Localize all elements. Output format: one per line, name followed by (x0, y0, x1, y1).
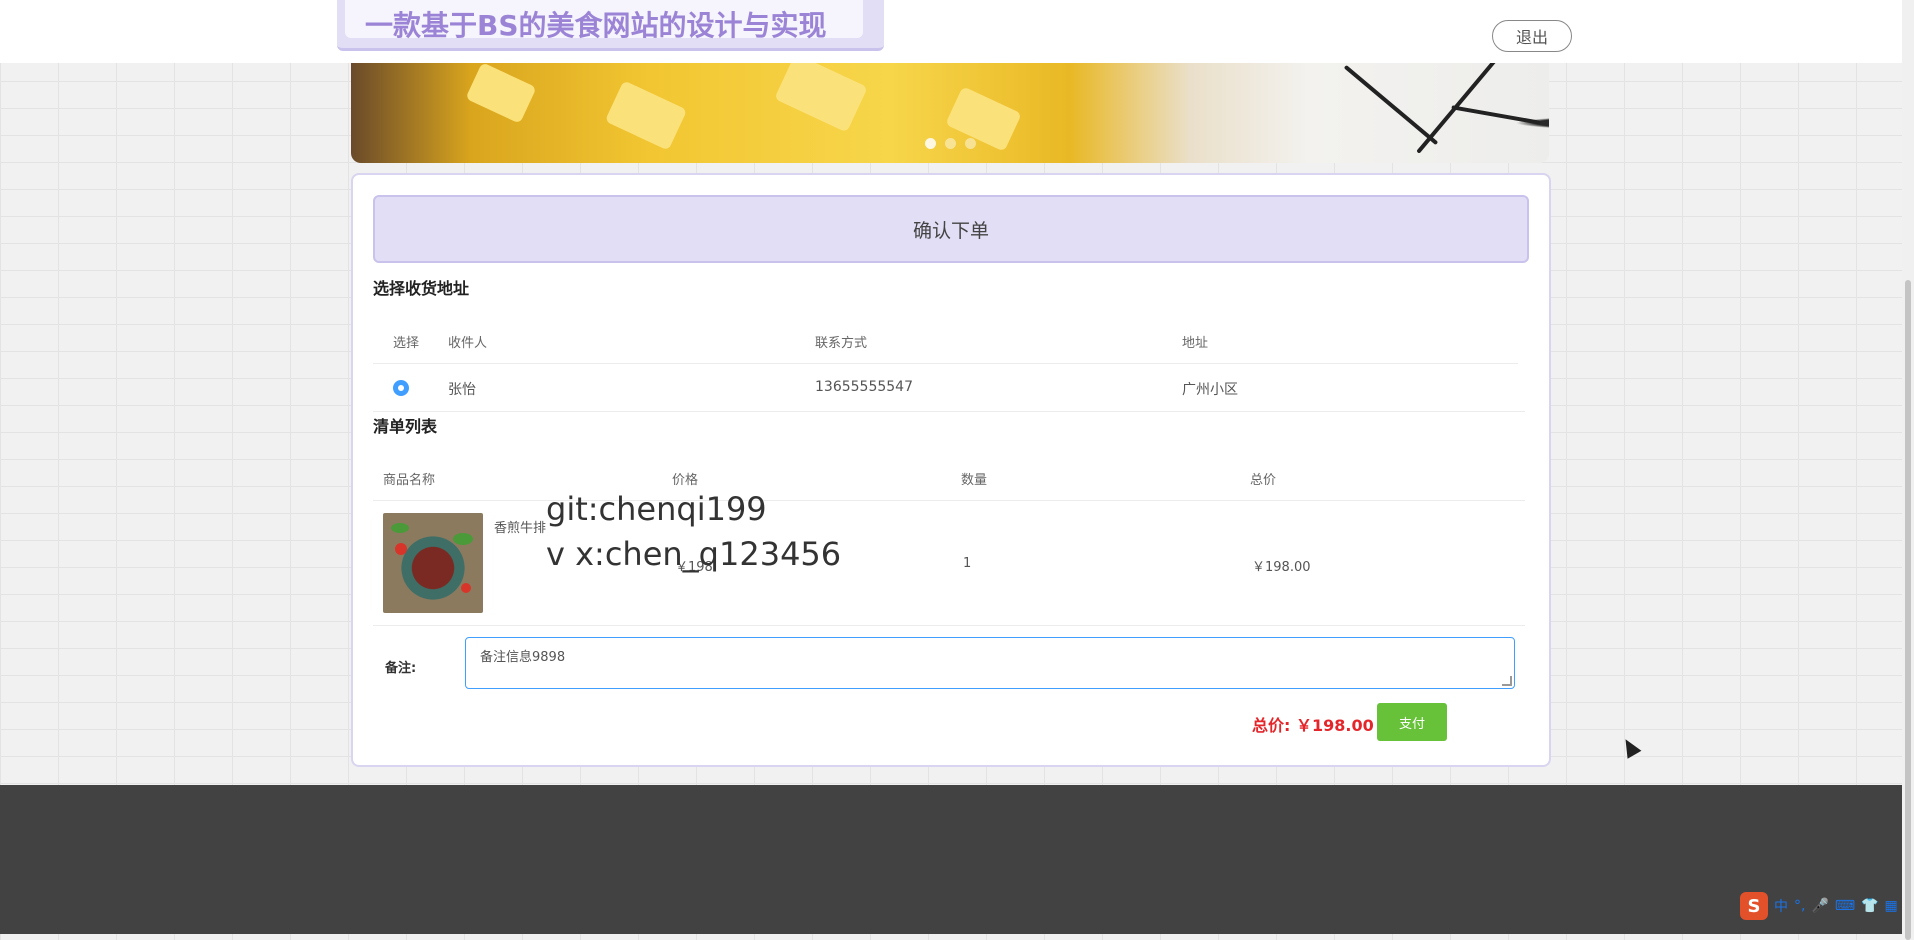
items-col-quantity: 数量 (961, 473, 988, 488)
banner-plate-line (1451, 105, 1541, 125)
scrollbar-thumb[interactable] (1905, 280, 1911, 940)
banner-food-piece (774, 63, 868, 133)
site-title: 一款基于BS的美食网站的设计与实现 (365, 9, 827, 42)
product-image (383, 513, 483, 613)
logout-button[interactable]: 退出 (1492, 20, 1572, 52)
resize-handle[interactable] (1502, 676, 1512, 686)
site-title-inner: 一款基于BS的美食网站的设计与实现 (345, 0, 863, 42)
skin-icon[interactable]: 👕 (1861, 898, 1878, 914)
order-card: 确认下单 选择收货地址 选择 收件人 联系方式 地址 张怡 1365555554… (351, 173, 1551, 767)
garnish-tomato (395, 543, 407, 555)
banner-food-piece (945, 86, 1022, 152)
site-title-box: 一款基于BS的美食网站的设计与实现 (337, 0, 884, 51)
recipient-address: 广州小区 (1182, 382, 1238, 398)
punctuation-icon[interactable]: °, (1794, 898, 1805, 914)
address-section-title: 选择收货地址 (373, 279, 470, 298)
garnish-tomato (461, 583, 471, 593)
items-col-price: 价格 (672, 473, 699, 488)
product-quantity: 1 (963, 556, 972, 571)
banner-plate-line (1343, 64, 1439, 146)
carousel-dot[interactable] (965, 138, 976, 149)
divider (373, 411, 1525, 412)
product-name: 香煎牛排 (494, 521, 547, 536)
recipient-phone: 13655555547 (815, 379, 913, 395)
address-col-select: 选择 (393, 336, 420, 351)
product-total: ￥198.00 (1252, 560, 1311, 575)
page-footer (0, 785, 1902, 934)
address-col-phone: 联系方式 (815, 336, 868, 351)
watermark-line-1: git:chenqi199 (546, 490, 767, 528)
address-col-address: 地址 (1182, 336, 1209, 351)
remark-text: 备注信息9898 (480, 650, 566, 665)
microphone-icon[interactable]: 🎤 (1811, 898, 1828, 914)
sogou-logo-icon[interactable]: S (1740, 892, 1768, 920)
ime-toolbar[interactable]: S 中 °, 🎤 ⌨ 👕 ▦ (1740, 890, 1902, 922)
address-col-recipient: 收件人 (448, 336, 488, 351)
confirm-order-title: 确认下单 (373, 195, 1529, 263)
address-radio-selected[interactable] (393, 380, 409, 396)
divider (373, 363, 1518, 364)
items-col-total: 总价 (1250, 473, 1277, 488)
items-section-title: 清单列表 (373, 417, 438, 436)
watermark-line-2: v x:chen_q123456 (546, 535, 842, 573)
top-header: 一款基于BS的美食网站的设计与实现 退出 (0, 0, 1902, 63)
mouse-cursor-icon (1618, 735, 1642, 759)
order-total: 总价: ￥198.00 (1252, 716, 1374, 735)
recipient-name: 张怡 (448, 382, 476, 398)
keyboard-icon[interactable]: ⌨ (1835, 898, 1855, 914)
items-col-name: 商品名称 (383, 473, 436, 488)
remark-label: 备注: (385, 661, 417, 676)
banner-food-piece (604, 80, 688, 151)
ime-mode[interactable]: 中 (1774, 896, 1788, 916)
remark-textarea[interactable]: 备注信息9898 (465, 637, 1515, 689)
carousel-dot-active[interactable] (925, 138, 936, 149)
carousel-dot[interactable] (945, 138, 956, 149)
divider (373, 625, 1525, 626)
page-scrollbar[interactable] (1902, 0, 1914, 940)
banner-food-piece (465, 63, 537, 124)
garnish-leaf (453, 533, 473, 545)
banner-carousel[interactable] (351, 63, 1549, 163)
pay-button[interactable]: 支付 (1377, 703, 1447, 741)
grid-icon[interactable]: ▦ (1885, 898, 1898, 914)
garnish-leaf (391, 523, 409, 533)
